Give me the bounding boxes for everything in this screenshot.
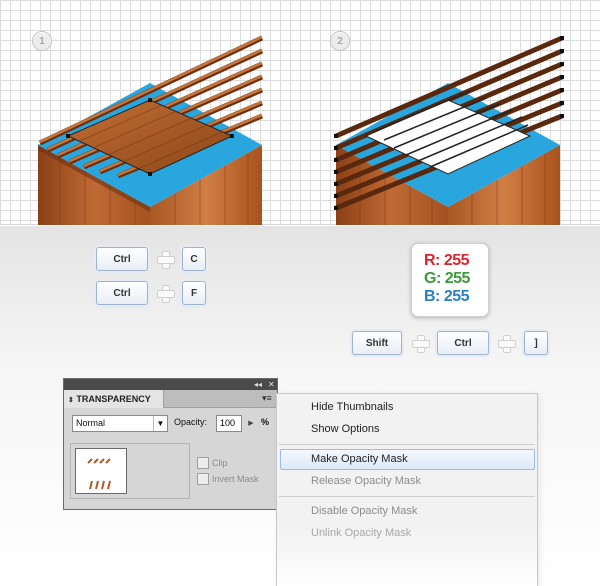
invert-mask-label: Invert Mask (212, 474, 259, 484)
rgb-red-value: R: 255 (424, 252, 470, 269)
invert-mask-checkbox[interactable] (197, 473, 209, 485)
step-2-badge: 2 (330, 31, 350, 51)
menu-item-hide-thumbnails[interactable]: Hide Thumbnails (311, 401, 393, 413)
menu-item-disable-opacity-mask[interactable]: Disable Opacity Mask (311, 505, 417, 517)
key-ctrl: Ctrl (96, 281, 148, 305)
clip-checkbox[interactable] (197, 457, 209, 469)
menu-separator (279, 496, 535, 497)
menu-item-unlink-opacity-mask[interactable]: Unlink Opacity Mask (311, 527, 411, 539)
rgb-blue-value: B: 255 (424, 288, 470, 305)
plus-icon (498, 335, 516, 353)
step-1-badge: 1 (32, 31, 52, 51)
key-c: C (182, 247, 206, 271)
rgb-color-card: R: 255 G: 255 B: 255 (411, 243, 489, 317)
key-shift: Shift (352, 331, 402, 355)
blend-mode-select[interactable]: Normal ▼ (72, 415, 168, 432)
collapse-icon[interactable]: ◂◂ (254, 379, 262, 390)
panel-menu-icon[interactable]: ▾≡ (262, 393, 272, 404)
crate-step-1 (38, 35, 564, 225)
plus-icon (157, 285, 175, 303)
percent-sign: % (261, 417, 270, 427)
thumbnail-area (70, 443, 190, 499)
key-ctrl: Ctrl (437, 331, 489, 355)
opacity-dropdown-icon[interactable]: ▶ (244, 415, 258, 432)
tab-transparency-label: TRANSPARENCY (76, 394, 151, 404)
menu-item-make-opacity-mask[interactable]: Make Opacity Mask (311, 453, 408, 465)
rgb-green-value: G: 255 (424, 270, 470, 287)
artboard-grid: 1 2 (0, 0, 600, 225)
opacity-label: Opacity: (174, 417, 208, 427)
menu-item-release-opacity-mask[interactable]: Release Opacity Mask (311, 475, 421, 487)
slats-thumbnail-icon (87, 458, 111, 490)
menu-item-show-options[interactable]: Show Options (311, 423, 379, 435)
key-f: F (182, 281, 206, 305)
key-ctrl: Ctrl (96, 247, 148, 271)
menu-separator (279, 444, 535, 445)
tab-transparency[interactable]: ⇕ TRANSPARENCY (64, 390, 164, 408)
plus-icon (412, 335, 430, 353)
transparency-panel: ◂◂ ✕ ⇕ TRANSPARENCY ▾≡ Normal ▼ Opacity:… (63, 378, 278, 510)
clip-label: Clip (212, 458, 228, 468)
key-right-bracket: ] (524, 331, 548, 355)
artwork-thumbnail[interactable] (75, 448, 127, 494)
plus-icon (157, 251, 175, 269)
tab-arrows-icon: ⇕ (68, 397, 74, 404)
panel-titlebar[interactable]: ◂◂ ✕ (64, 379, 277, 390)
chevron-down-icon[interactable]: ▼ (153, 416, 167, 431)
close-icon[interactable]: ✕ (268, 379, 275, 390)
transparency-flyout-menu: Hide Thumbnails Show Options Make Opacit… (276, 393, 538, 586)
opacity-input[interactable]: 100 (216, 415, 242, 432)
blend-mode-value: Normal (76, 418, 106, 428)
